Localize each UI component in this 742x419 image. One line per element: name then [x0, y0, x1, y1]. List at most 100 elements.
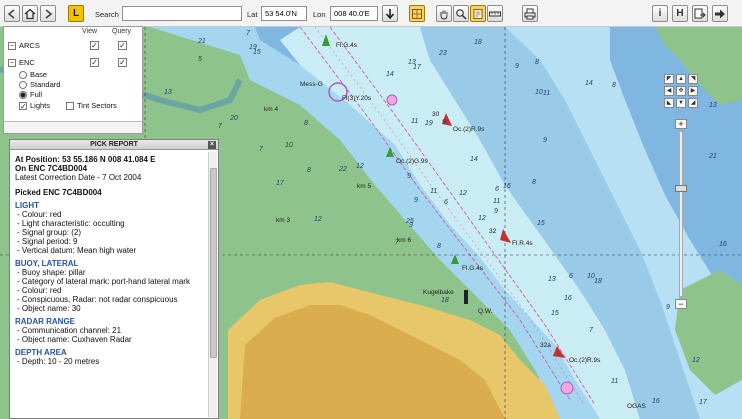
pick-report-title: PICK REPORT ×: [10, 140, 218, 150]
pick-tool-button[interactable]: [470, 5, 486, 22]
depth-sounding: 19: [425, 120, 433, 127]
pick-attribute-line: - Colour: red: [17, 286, 62, 295]
depth-sounding: 10: [285, 142, 293, 149]
pan-northeast-button[interactable]: ◥: [688, 74, 698, 84]
app-root: L Search Lat Lon i H Fl.G.4s Mess-G Fl(3)Y…: [0, 0, 742, 419]
lights-checkbox[interactable]: ✓: [19, 101, 27, 110]
pick-report-scroll-thumb[interactable]: [210, 168, 217, 358]
zoom-slider[interactable]: + −: [675, 119, 687, 311]
full-radio[interactable]: [19, 90, 27, 99]
chart-feature-label: Fl(3)Y.20s: [342, 95, 372, 102]
arcs-query-checkbox[interactable]: ✓: [118, 41, 127, 50]
back-button[interactable]: [4, 5, 20, 22]
pan-center-button[interactable]: ✥: [676, 86, 686, 96]
lat-label: Lat: [247, 10, 258, 19]
expand-enc-toggle[interactable]: −: [8, 58, 16, 67]
arcs-view-checkbox[interactable]: ✓: [90, 41, 99, 50]
home-button[interactable]: [22, 5, 38, 22]
zoom-track[interactable]: [679, 131, 683, 297]
export-button[interactable]: [692, 5, 708, 22]
depth-sounding: 7: [589, 327, 593, 334]
zoom-out-button[interactable]: −: [675, 299, 687, 309]
enc-view-checkbox[interactable]: ✓: [90, 58, 99, 67]
pick-section-title: DEPTH AREA: [15, 348, 67, 357]
lights-option[interactable]: ✓ Lights: [19, 101, 50, 110]
base-option[interactable]: Base: [19, 70, 47, 79]
base-label: Base: [30, 70, 48, 79]
expand-arcs-toggle[interactable]: −: [8, 41, 16, 50]
full-option[interactable]: Full: [19, 90, 42, 99]
zoom-tool-button[interactable]: [453, 5, 469, 22]
close-icon[interactable]: ×: [208, 141, 216, 149]
pan-southwest-button[interactable]: ◣: [664, 98, 674, 108]
depth-sounding: 7: [218, 123, 222, 130]
pick-on-enc: On ENC 7C4BD004: [15, 164, 88, 173]
tint-sectors-checkbox[interactable]: [66, 101, 74, 110]
depth-sounding: 16: [503, 183, 511, 190]
search-label: Search: [95, 10, 119, 19]
lon-input[interactable]: [330, 6, 378, 21]
depth-sounding: 15: [551, 310, 559, 317]
depth-sounding: 20: [230, 115, 238, 122]
pan-west-button[interactable]: ◀: [664, 86, 674, 96]
pick-report-scrollbar[interactable]: [208, 152, 217, 417]
ruler-icon: [489, 11, 501, 16]
pan-southeast-button[interactable]: ◢: [688, 98, 698, 108]
pick-attribute-line: - Depth: 10 - 20 metres: [17, 357, 100, 366]
pan-east-button[interactable]: ▶: [688, 86, 698, 96]
tint-sectors-option[interactable]: Tint Sectors: [66, 101, 117, 110]
depth-sounding: 25: [406, 218, 414, 225]
forward-button[interactable]: [40, 5, 56, 22]
zoom-in-button[interactable]: +: [675, 119, 687, 129]
pan-button[interactable]: [436, 5, 452, 22]
pan-north-button[interactable]: ▲: [676, 74, 686, 84]
print-button[interactable]: [522, 5, 538, 22]
chart-feature-label: km 4: [264, 106, 279, 113]
depth-sounding: 7: [246, 30, 250, 37]
pick-section-title: BUOY, LATERAL: [15, 259, 79, 268]
pick-attribute-line: - Signal group: (2): [17, 228, 82, 237]
layers-l-button[interactable]: L: [68, 5, 84, 22]
chart-feature-label: OGAS: [627, 403, 646, 410]
enc-query-checkbox[interactable]: ✓: [118, 58, 127, 67]
pick-attribute-line: - Communication channel: 21: [17, 326, 122, 335]
depth-sounding: 9: [543, 137, 547, 144]
depth-sounding: 16: [719, 241, 727, 248]
pan-northwest-button[interactable]: ◤: [664, 74, 674, 84]
depth-sounding: 12: [692, 357, 700, 364]
depth-sounding: 7: [259, 146, 263, 153]
arrow-right-icon: [45, 8, 53, 19]
depth-sounding: 10: [535, 89, 543, 96]
tint-sectors-label: Tint Sectors: [77, 101, 117, 110]
search-input[interactable]: [122, 6, 242, 21]
depth-sounding: 5: [198, 56, 202, 63]
arrow-down-icon: [385, 8, 395, 19]
depth-sounding: 14: [585, 80, 593, 87]
depth-sounding: 8: [535, 59, 539, 66]
grid-button[interactable]: [409, 5, 425, 22]
help-button[interactable]: H: [672, 5, 688, 22]
layers-panel: View Query − ARCS ✓ ✓ − ENC ✓ ✓ Base Stand…: [3, 26, 143, 134]
query-column-header: Query: [112, 28, 132, 35]
next-button[interactable]: [712, 5, 728, 22]
pick-correction-date: Latest Correction Date - 7 Oct 2004: [15, 173, 142, 182]
layers-panel-footer: [4, 121, 142, 133]
depth-sounding: 8: [304, 120, 308, 127]
pan-south-button[interactable]: ▼: [676, 98, 686, 108]
zoom-thumb[interactable]: [675, 185, 687, 192]
measure-button[interactable]: [487, 5, 503, 22]
depth-sounding: 11: [611, 378, 619, 385]
depth-sounding: 17: [276, 180, 284, 187]
pick-attribute-line: - Category of lateral mark: port-hand la…: [17, 277, 190, 286]
standard-radio[interactable]: [19, 80, 27, 89]
depth-sounding: 15: [537, 220, 545, 227]
depth-sounding: 23: [439, 50, 447, 57]
base-radio[interactable]: [19, 70, 27, 79]
view-column-header: View: [82, 28, 98, 35]
info-button[interactable]: i: [652, 5, 668, 22]
standard-option[interactable]: Standard: [19, 80, 60, 89]
pick-attribute-line: - Object name: 30: [17, 304, 81, 313]
lat-input[interactable]: [261, 6, 307, 21]
pick-attribute-line: - Conspicuous, Radar: not radar conspicu…: [17, 295, 178, 304]
goto-button[interactable]: [382, 5, 398, 22]
